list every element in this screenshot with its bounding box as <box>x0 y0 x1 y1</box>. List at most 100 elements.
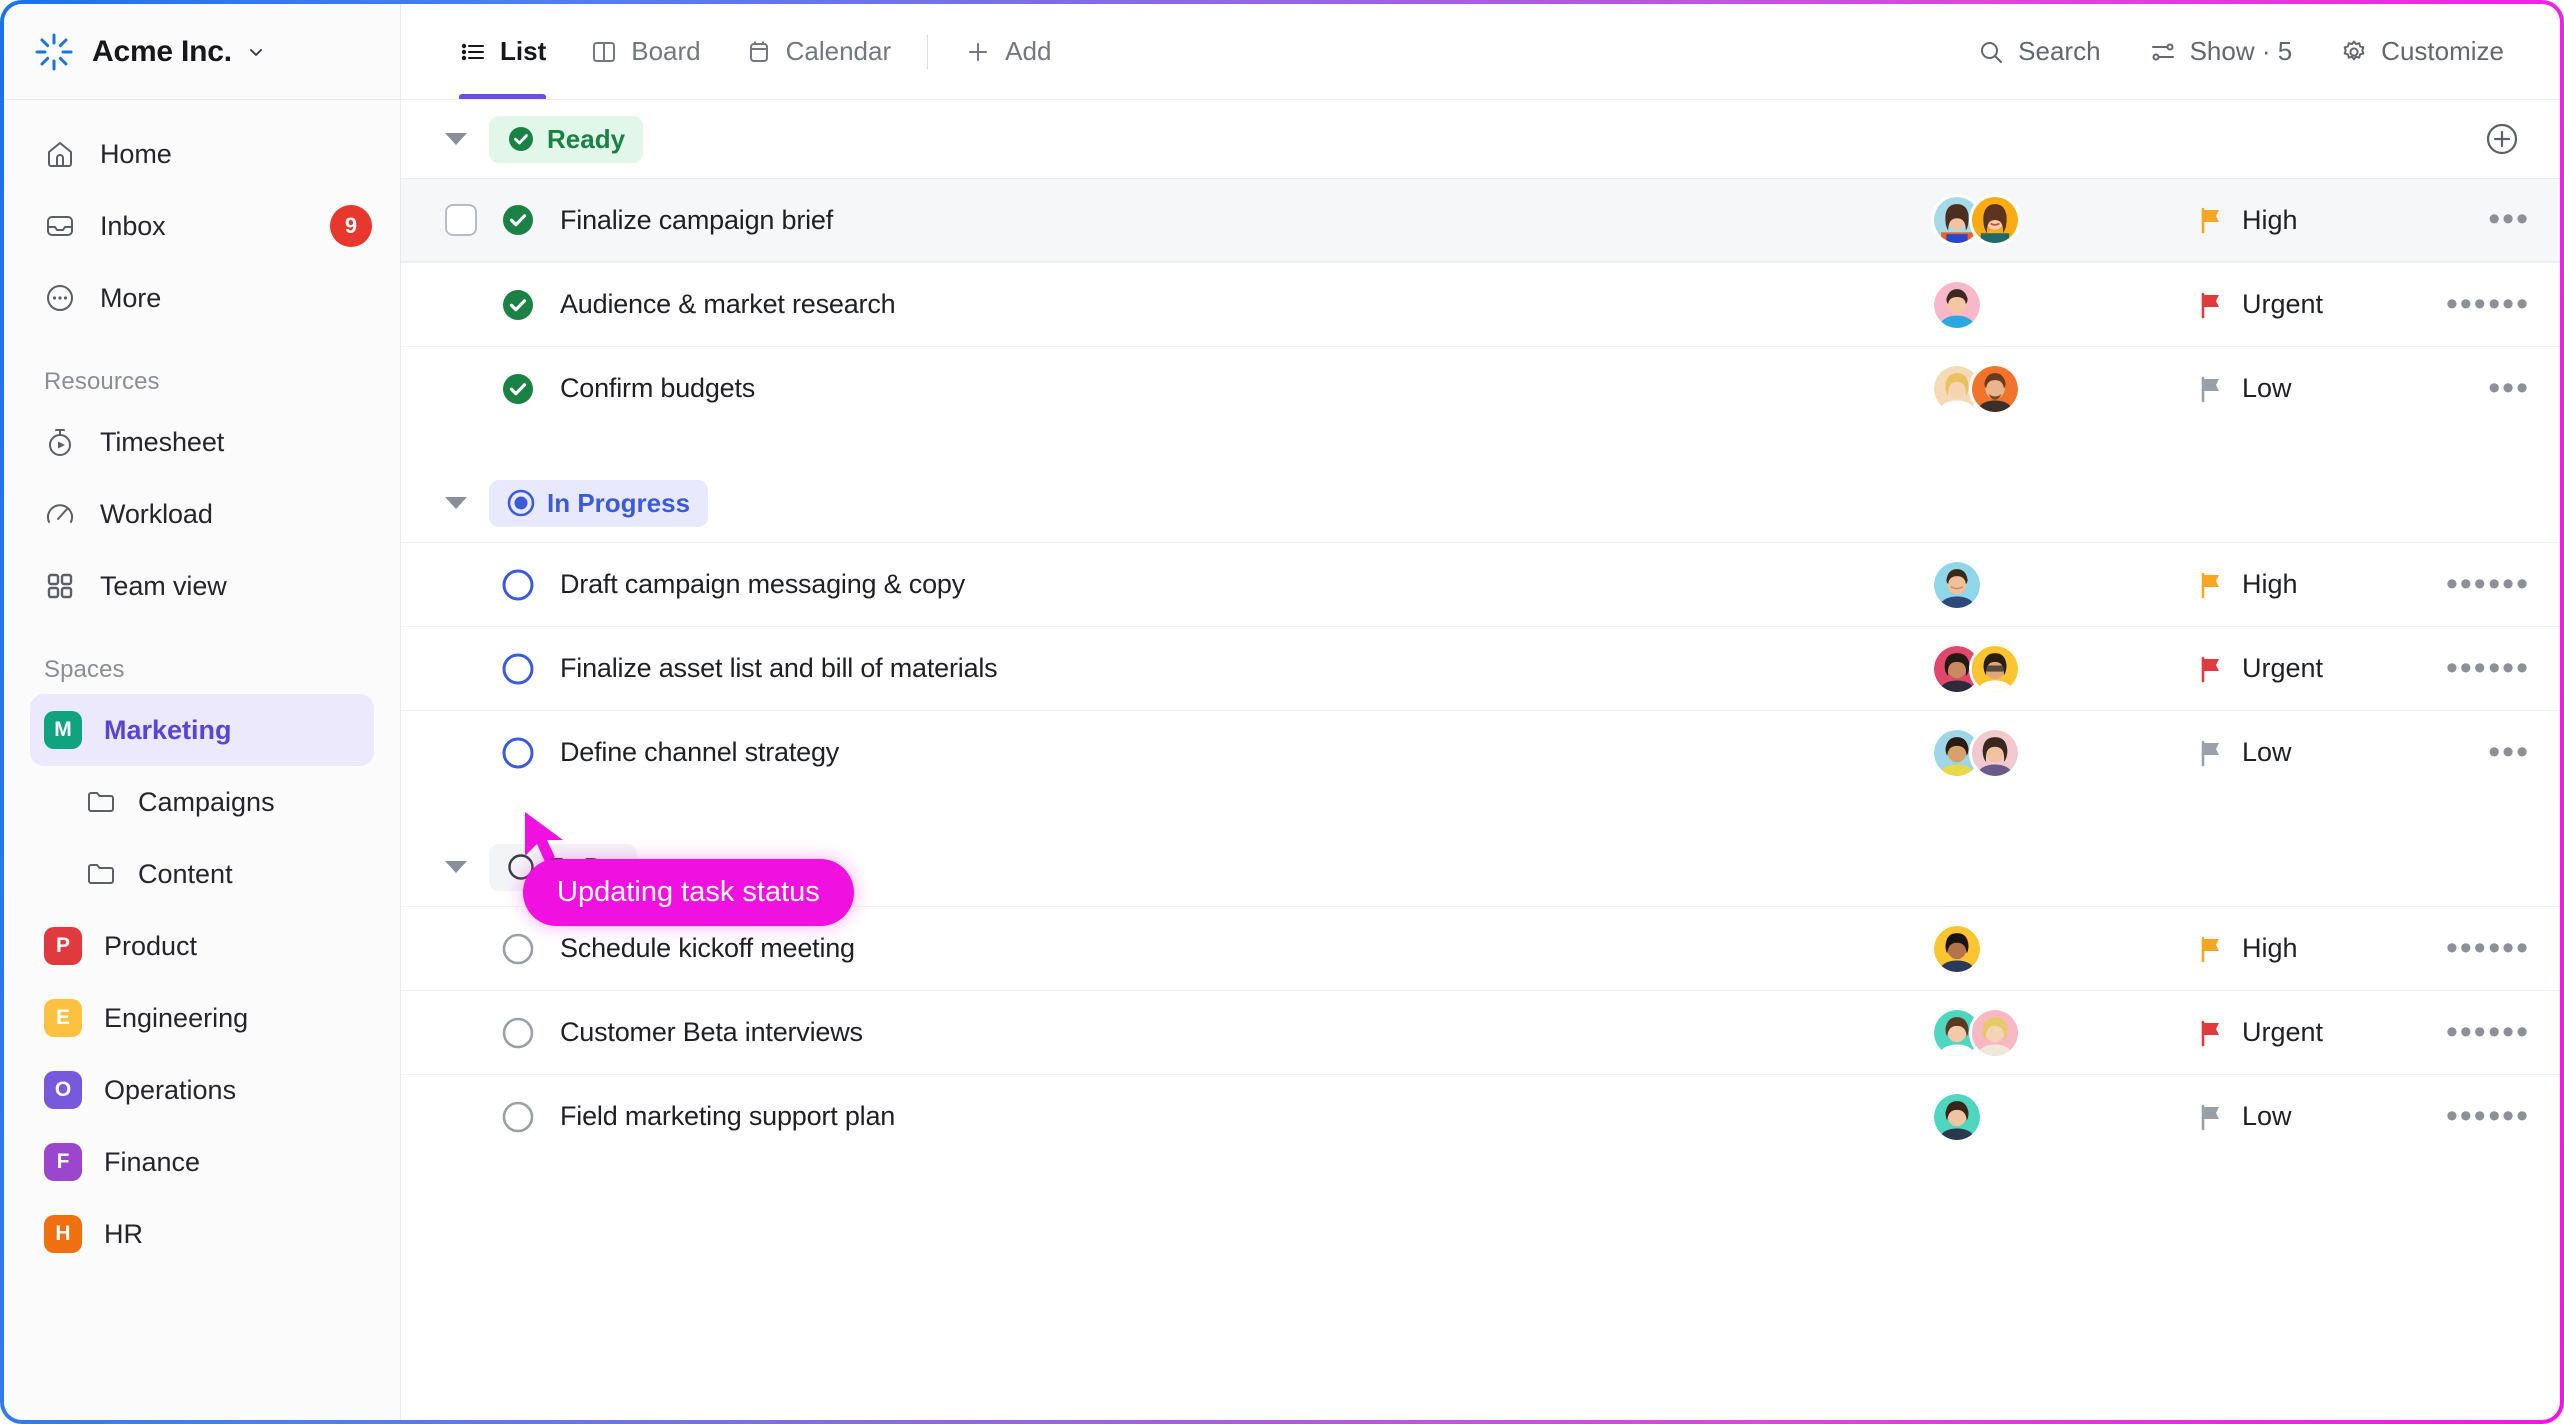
task-name: Field marketing support plan <box>560 1101 896 1131</box>
status-in-progress-icon[interactable] <box>501 652 535 686</box>
row-menu-button[interactable]: ••• <box>2488 179 2530 261</box>
tab-list[interactable]: List <box>437 4 568 99</box>
space-initial-badge: M <box>44 711 82 749</box>
sidebar-item-product[interactable]: P Product <box>30 910 374 982</box>
sidebar-item-engineering[interactable]: E Engineering <box>30 982 374 1054</box>
assignee-group[interactable] <box>1931 627 2021 710</box>
table-row[interactable]: Finalize asset list and bill of material… <box>401 626 2560 710</box>
row-menu-button[interactable]: ••• <box>2488 543 2530 626</box>
show-button[interactable]: Show · 5 <box>2129 26 2313 77</box>
priority-menu-button[interactable]: ••• <box>2446 263 2488 346</box>
tab-calendar[interactable]: Calendar <box>723 4 914 99</box>
tab-board[interactable]: Board <box>568 4 722 99</box>
priority-menu-button[interactable]: ••• <box>2446 991 2488 1074</box>
assignee-group[interactable] <box>1931 347 2021 430</box>
sidebar-item-finance[interactable]: F Finance <box>30 1126 374 1198</box>
row-menu-button[interactable]: ••• <box>2488 991 2530 1074</box>
sidebar-item-more[interactable]: More <box>4 262 400 334</box>
priority-cell[interactable]: Low <box>2196 711 2292 794</box>
priority-label: Urgent <box>2242 1017 2324 1047</box>
row-menu-button[interactable]: ••• <box>2488 1075 2530 1158</box>
sidebar-folder-content[interactable]: Content <box>4 838 400 910</box>
assignee-group[interactable] <box>1931 711 2021 794</box>
chevron-down-icon[interactable] <box>246 42 266 62</box>
assignee-group[interactable] <box>1931 907 1983 990</box>
space-initial-badge: H <box>44 1215 82 1253</box>
priority-cell[interactable]: Low <box>2196 347 2292 430</box>
table-row[interactable]: Finalize campaign brief High Dec 6 ••• <box>401 178 2560 262</box>
flag-icon <box>2196 205 2226 235</box>
plus-circle-icon[interactable] <box>2482 119 2522 159</box>
priority-cell[interactable]: High <box>2196 543 2298 626</box>
sidebar-item-home[interactable]: Home <box>4 118 400 190</box>
priority-menu-button[interactable]: ••• <box>2446 1075 2488 1158</box>
avatar <box>1969 1006 2021 1059</box>
row-menu-button[interactable]: ••• <box>2488 347 2530 430</box>
board-icon <box>593 41 616 62</box>
priority-menu-button[interactable]: ••• <box>2446 907 2488 990</box>
priority-cell[interactable]: High <box>2196 907 2298 990</box>
row-menu-button[interactable]: ••• <box>2488 907 2530 990</box>
assignee-group[interactable] <box>1931 1075 1983 1158</box>
status-done-icon[interactable] <box>501 288 535 322</box>
priority-menu-button[interactable]: ••• <box>2446 543 2488 626</box>
space-initial-badge: P <box>44 927 82 965</box>
avatar <box>1969 362 2021 415</box>
collapse-caret-icon[interactable] <box>445 497 467 509</box>
sidebar-item-workload[interactable]: Workload <box>4 478 400 550</box>
add-view-button[interactable]: Add <box>942 4 1073 99</box>
priority-label: High <box>2242 933 2298 963</box>
status-in-progress-icon[interactable] <box>501 568 535 602</box>
row-menu-button[interactable]: ••• <box>2488 711 2530 794</box>
assignee-group[interactable] <box>1931 179 2021 261</box>
avatar <box>1969 726 2021 779</box>
status-todo-icon[interactable] <box>501 932 535 966</box>
table-row[interactable]: Audience & market research Urgent ••• Ja… <box>401 262 2560 346</box>
task-name: Define channel strategy <box>560 737 840 767</box>
priority-cell[interactable]: Urgent <box>2196 991 2323 1074</box>
add-view-label: Add <box>1005 36 1052 66</box>
table-row[interactable]: Draft campaign messaging & copy High •••… <box>401 542 2560 626</box>
sidebar-folder-campaigns[interactable]: Campaigns <box>4 766 400 838</box>
assignee-group[interactable] <box>1931 991 2021 1074</box>
status-chip-in-progress[interactable]: In Progress <box>489 479 709 527</box>
status-in-progress-icon[interactable] <box>501 736 535 770</box>
space-label: Operations <box>104 1074 237 1105</box>
space-label: Engineering <box>104 1002 249 1033</box>
sliders-icon <box>2151 43 2174 60</box>
sidebar-item-team-view[interactable]: Team view <box>4 550 400 622</box>
sidebar-item-marketing[interactable]: M Marketing <box>30 694 374 766</box>
status-done-icon[interactable] <box>501 372 535 406</box>
priority-label: Urgent <box>2242 653 2324 683</box>
priority-menu-button[interactable]: ••• <box>2446 627 2488 710</box>
table-row[interactable]: Define channel strategy Low Jan 6 ••• <box>401 710 2560 794</box>
row-menu-button[interactable]: ••• <box>2488 263 2530 346</box>
workspace-switcher[interactable]: Acme Inc. <box>4 4 400 100</box>
assignee-group[interactable] <box>1931 263 1983 346</box>
status-todo-icon[interactable] <box>501 1016 535 1050</box>
priority-cell[interactable]: Low <box>2196 1075 2292 1158</box>
row-menu-button[interactable]: ••• <box>2488 627 2530 710</box>
search-button[interactable]: Search <box>1957 26 2120 77</box>
table-row[interactable]: Field marketing support plan Low ••• Aug… <box>401 1074 2560 1158</box>
row-checkbox[interactable] <box>445 204 477 236</box>
sidebar-item-hr[interactable]: H HR <box>30 1198 374 1270</box>
priority-cell[interactable]: High <box>2196 179 2298 261</box>
collapse-caret-icon[interactable] <box>445 861 467 873</box>
priority-cell[interactable]: Urgent <box>2196 263 2323 346</box>
sidebar-item-inbox[interactable]: Inbox 9 <box>4 190 400 262</box>
status-done-icon[interactable] <box>501 203 535 237</box>
folder-icon <box>86 859 116 889</box>
table-row[interactable]: Customer Beta interviews Urgent ••• Dec … <box>401 990 2560 1074</box>
search-icon <box>1981 41 2003 63</box>
customize-button[interactable]: Customize <box>2320 26 2524 77</box>
assignee-group[interactable] <box>1931 543 1983 626</box>
sidebar-item-operations[interactable]: O Operations <box>30 1054 374 1126</box>
status-chip-ready[interactable]: Ready <box>489 115 644 163</box>
priority-cell[interactable]: Urgent <box>2196 627 2323 710</box>
space-initial-badge: E <box>44 999 82 1037</box>
status-todo-icon[interactable] <box>501 1100 535 1134</box>
collapse-caret-icon[interactable] <box>445 133 467 145</box>
sidebar-item-timesheet[interactable]: Timesheet <box>4 406 400 478</box>
table-row[interactable]: Confirm budgets Low Dec 25 ••• <box>401 346 2560 430</box>
